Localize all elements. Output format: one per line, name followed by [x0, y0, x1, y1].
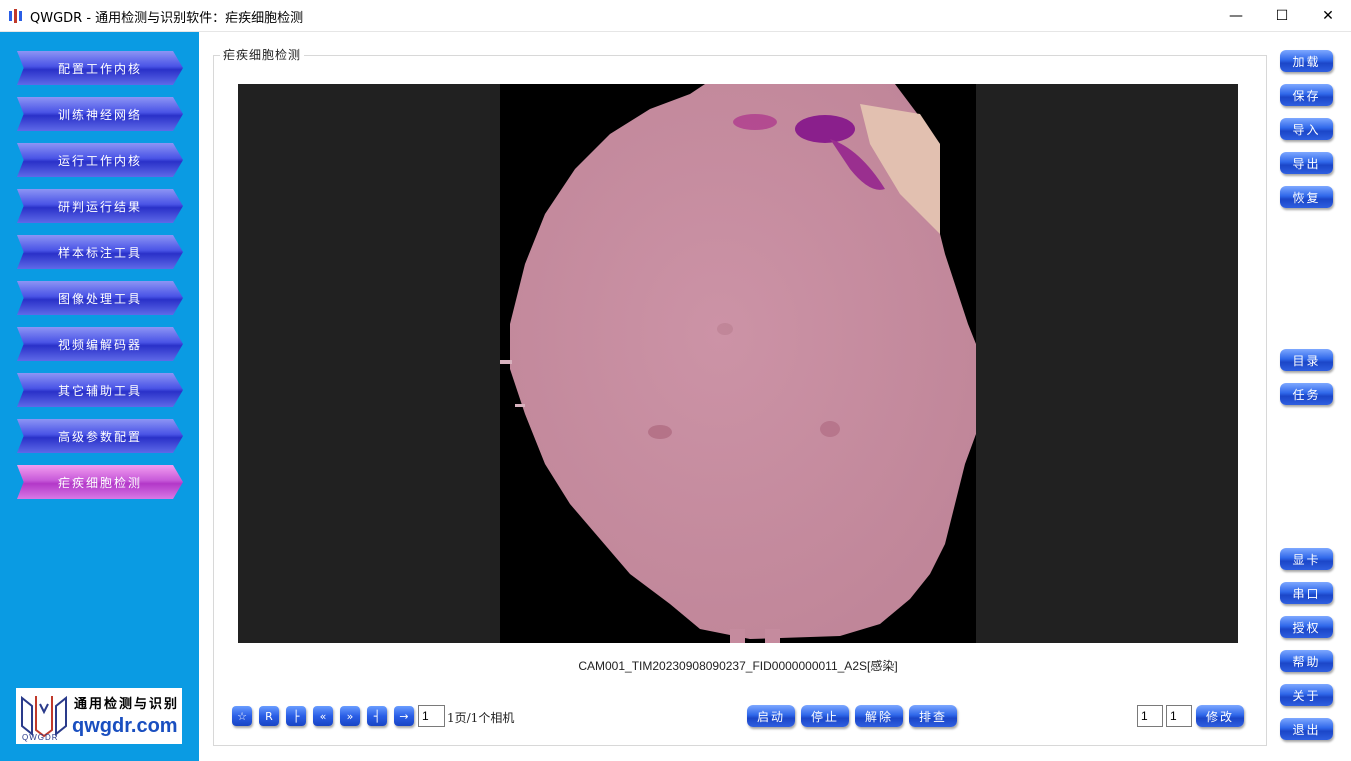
image-viewer[interactable]	[238, 84, 1238, 643]
close-button[interactable]: ✕	[1305, 0, 1351, 31]
task-button[interactable]: 任务	[1280, 383, 1333, 405]
first-icon: ├	[292, 709, 300, 723]
star-icon: ☆	[237, 709, 247, 723]
next-page-icon: »	[346, 709, 354, 723]
directory-button[interactable]: 目录	[1280, 349, 1333, 371]
sidebar-item-config-kernel[interactable]: 配置工作内核	[17, 51, 183, 85]
next-page-button[interactable]: »	[340, 706, 360, 726]
field-b-input[interactable]: 1	[1166, 705, 1192, 727]
exit-button[interactable]: 退出	[1280, 718, 1333, 740]
title-bar: QWGDR - 通用检测与识别软件：疟疾细胞检测 — ☐ ✕	[0, 0, 1351, 32]
r-button[interactable]: R	[259, 706, 279, 726]
sidebar-item-train-network[interactable]: 训练神经网络	[17, 97, 183, 131]
page-input[interactable]: 1	[418, 705, 445, 727]
load-button[interactable]: 加载	[1280, 50, 1333, 72]
sidebar-item-malaria-detection[interactable]: 疟疾细胞检测	[17, 465, 183, 499]
about-button[interactable]: 关于	[1280, 684, 1333, 706]
license-button[interactable]: 授权	[1280, 616, 1333, 638]
sidebar-item-annotation-tool[interactable]: 样本标注工具	[17, 235, 183, 269]
sidebar-item-video-codec[interactable]: 视频编解码器	[17, 327, 183, 361]
inspect-button[interactable]: 排查	[909, 705, 957, 727]
sidebar: 配置工作内核 训练神经网络 运行工作内核 研判运行结果 样本标注工具 图像处理工…	[0, 32, 199, 761]
first-button[interactable]: ├	[286, 706, 306, 726]
window-title: QWGDR - 通用检测与识别软件：疟疾细胞检测	[30, 11, 304, 26]
minimize-button[interactable]: —	[1213, 0, 1259, 31]
logo-sub: QWGDR	[22, 733, 59, 742]
release-button[interactable]: 解除	[855, 705, 903, 727]
sidebar-item-advanced-config[interactable]: 高级参数配置	[17, 419, 183, 453]
serial-port-button[interactable]: 串口	[1280, 582, 1333, 604]
gpu-button[interactable]: 显卡	[1280, 548, 1333, 570]
panel-title: 疟疾细胞检测	[220, 46, 305, 63]
cell-image	[500, 84, 976, 643]
star-button[interactable]: ☆	[232, 706, 252, 726]
modify-button[interactable]: 修改	[1196, 705, 1244, 727]
import-button[interactable]: 导入	[1280, 118, 1333, 140]
r-icon: R	[265, 709, 273, 723]
prev-page-button[interactable]: «	[313, 706, 333, 726]
sidebar-item-other-tools[interactable]: 其它辅助工具	[17, 373, 183, 407]
prev-page-icon: «	[319, 709, 327, 723]
last-button[interactable]: ┤	[367, 706, 387, 726]
logo-title: 通用检测与识别	[74, 697, 180, 712]
sidebar-item-review-results[interactable]: 研判运行结果	[17, 189, 183, 223]
start-button[interactable]: 启动	[747, 705, 795, 727]
help-button[interactable]: 帮助	[1280, 650, 1333, 672]
field-a-input[interactable]: 1	[1137, 705, 1163, 727]
stop-button[interactable]: 停止	[801, 705, 849, 727]
sidebar-item-run-kernel[interactable]: 运行工作内核	[17, 143, 183, 177]
export-button[interactable]: 导出	[1280, 152, 1333, 174]
page-label: 1页/1个相机	[447, 711, 515, 725]
restore-button[interactable]: 恢复	[1280, 186, 1333, 208]
maximize-button[interactable]: ☐	[1259, 0, 1305, 31]
sidebar-item-image-tool[interactable]: 图像处理工具	[17, 281, 183, 315]
cell-image-drawing	[500, 84, 976, 643]
logo-url: qwgdr.com	[72, 715, 178, 737]
goto-icon: →	[399, 709, 409, 723]
image-filename: CAM001_TIM20230908090237_FID0000000011_A…	[578, 659, 898, 673]
goto-button[interactable]: →	[394, 706, 414, 726]
save-button[interactable]: 保存	[1280, 84, 1333, 106]
app-icon	[9, 9, 22, 23]
logo: 通用检测与识别 qwgdr.com QWGDR	[16, 688, 182, 744]
last-icon: ┤	[373, 709, 381, 723]
